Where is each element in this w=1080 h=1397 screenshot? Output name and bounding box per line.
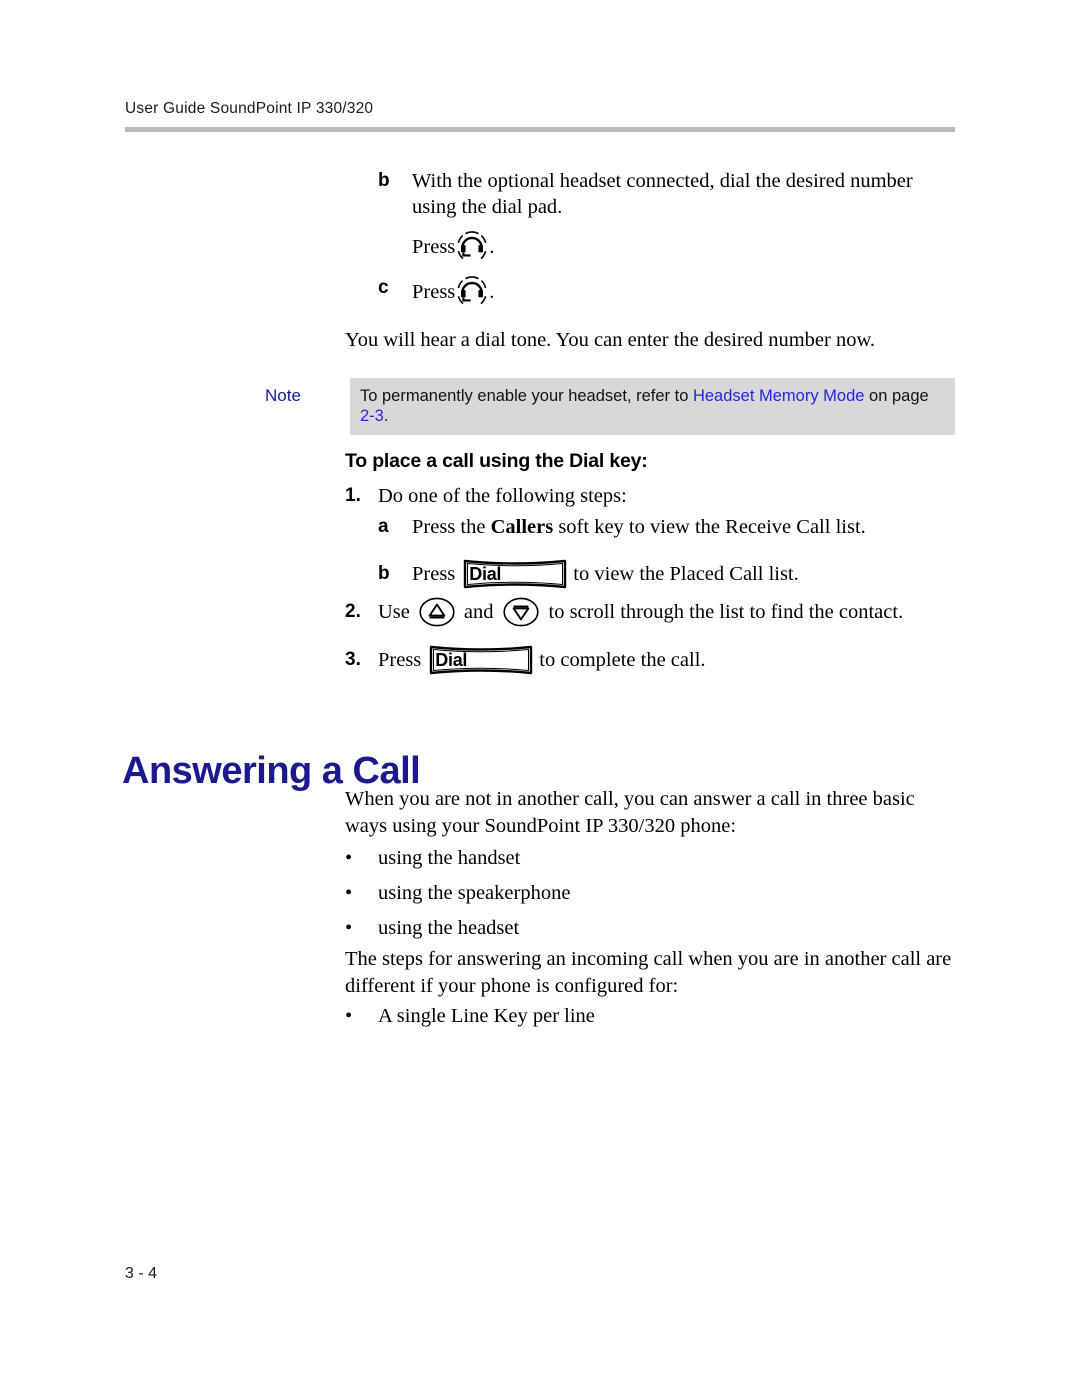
page-header: User Guide SoundPoint IP 330/320 bbox=[125, 100, 955, 132]
list-item-b-text: With the optional headset connected, dia… bbox=[412, 170, 913, 218]
step-1b: b Press Dial to view the Placed Call lis… bbox=[378, 558, 799, 590]
dial-softkey-button[interactable]: Dial bbox=[462, 558, 568, 590]
note-box: To permanently enable your headset, refe… bbox=[350, 378, 955, 435]
list-item-b: b With the optional headset connected, d… bbox=[378, 168, 958, 220]
bullet-glyph: • bbox=[345, 847, 353, 869]
note-text-middle: on page bbox=[864, 387, 929, 405]
step-1a-text-before: Press the bbox=[412, 516, 491, 538]
step-1b-text-after: to view the Placed Call list. bbox=[573, 563, 799, 585]
intro-paragraph: When you are not in another call, you ca… bbox=[345, 788, 915, 837]
step-2: 2. Use and to scroll through the list to… bbox=[345, 596, 903, 628]
list-item: • using the speakerphone bbox=[345, 880, 570, 906]
step-1a-marker: a bbox=[378, 516, 389, 537]
press-period-1: . bbox=[489, 236, 495, 258]
note-text-before: To permanently enable your headset, refe… bbox=[360, 387, 693, 405]
dial-key-label: Dial bbox=[469, 564, 502, 584]
dial-tone-paragraph: You will hear a dial tone. You can enter… bbox=[345, 329, 876, 351]
running-header-title: User Guide SoundPoint IP 330/320 bbox=[125, 100, 374, 117]
list-item: • using the handset bbox=[345, 845, 520, 871]
way-speakerphone: using the speakerphone bbox=[378, 882, 571, 904]
dial-key-label: Dial bbox=[435, 650, 468, 670]
step-1-text: Do one of the following steps: bbox=[378, 485, 627, 507]
way-handset: using the handset bbox=[378, 847, 521, 869]
step-2-text-after: to scroll through the list to find the c… bbox=[548, 601, 904, 623]
step-3-number: 3. bbox=[345, 649, 361, 670]
note-text-after: . bbox=[383, 407, 389, 425]
config-single-line-key: A single Line Key per line bbox=[378, 1005, 595, 1027]
step-1a-text-after: soft key to view the Receive Call list. bbox=[553, 516, 866, 538]
second-paragraph: The steps for answering an incoming call… bbox=[345, 948, 952, 997]
way-headset: using the headset bbox=[378, 917, 520, 939]
step-2-and-label: and bbox=[463, 601, 494, 623]
procedure-heading: To place a call using the Dial key: bbox=[345, 450, 648, 472]
step-2-number: 2. bbox=[345, 601, 361, 622]
press-label-1: Press bbox=[412, 236, 456, 258]
step-3: 3. Press Dial to complete the call. bbox=[345, 644, 706, 676]
step-1a-text: Press the Callers soft key to view the R… bbox=[412, 514, 866, 540]
page-number-footer: 3 - 4 bbox=[125, 1265, 158, 1282]
note-block: Note To permanently enable your headset,… bbox=[265, 378, 955, 435]
list-item: • using the headset bbox=[345, 915, 519, 941]
bullet-glyph: • bbox=[345, 882, 353, 904]
step-3-press-label: Press bbox=[378, 649, 422, 671]
callers-softkey-name: Callers bbox=[490, 516, 554, 538]
list-marker-c: c bbox=[378, 277, 389, 298]
bullet-glyph: • bbox=[345, 917, 353, 939]
step-1-number: 1. bbox=[345, 485, 361, 506]
list-marker-b: b bbox=[378, 170, 390, 191]
step-1: 1. Do one of the following steps: bbox=[345, 482, 627, 510]
headset-memory-mode-link[interactable]: Headset Memory Mode bbox=[693, 387, 865, 405]
press-period-2: . bbox=[489, 281, 495, 303]
press-headset-line-1: Press . bbox=[412, 230, 494, 264]
list-item-c: c Press . bbox=[378, 275, 494, 309]
dial-softkey-button[interactable]: Dial bbox=[428, 644, 534, 676]
scroll-up-key[interactable] bbox=[418, 597, 456, 627]
bullet-glyph: • bbox=[345, 1005, 353, 1027]
step-2-use-label: Use bbox=[378, 601, 410, 623]
scroll-down-key[interactable] bbox=[502, 597, 540, 627]
list-item: • A single Line Key per line bbox=[345, 1003, 595, 1029]
page-reference-link[interactable]: 2-3 bbox=[360, 407, 384, 425]
step-3-text-after: to complete the call. bbox=[539, 649, 706, 671]
step-1b-press-label: Press bbox=[412, 563, 456, 585]
step-1a: a Press the Callers soft key to view the… bbox=[378, 514, 866, 540]
header-divider-rule bbox=[125, 127, 955, 132]
note-label: Note bbox=[265, 386, 301, 405]
headset-icon[interactable] bbox=[455, 275, 489, 309]
headset-icon[interactable] bbox=[455, 230, 489, 264]
step-1b-marker: b bbox=[378, 563, 390, 584]
press-label-2: Press bbox=[412, 281, 456, 303]
